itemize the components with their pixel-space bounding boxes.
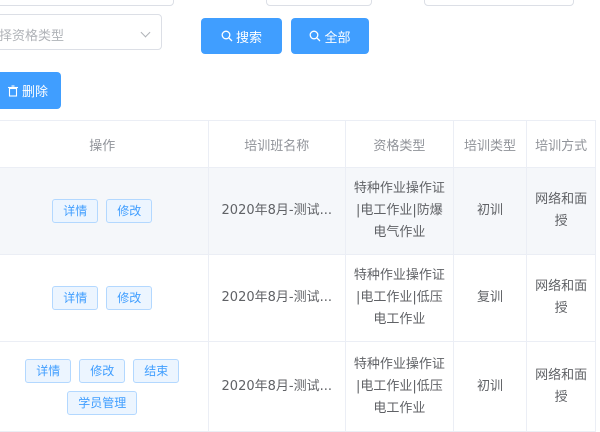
search-icon [221,30,233,42]
qualification-type-select[interactable]: 择资格类型 [0,14,162,50]
details-button[interactable]: 详情 [52,199,99,223]
qualification-type-placeholder: 择资格类型 [0,29,65,44]
class-name-cell: 2020年8月-测试... [207,254,347,342]
details-button[interactable]: 详情 [25,358,72,383]
qualification-line: 电工作业 [373,312,426,327]
method-line: 授 [554,301,568,316]
end-button[interactable]: 结束 [133,358,180,383]
top-field-partial[interactable] [424,0,574,6]
table-row: 详情 修改 2020年8月-测试... 特种作业操作证 |电工作业|低压 电工作业… [0,254,596,342]
class-name-cell: 2020年8月-测试... [207,341,347,432]
show-all-button-label: 全部 [324,30,351,46]
method-line: 网络和面 [535,367,588,383]
method-line: 网络和面 [535,192,588,207]
qualification-line: 电气作业 [373,225,426,240]
column-header-qualification-type: 资格类型 [345,120,454,168]
qualification-line: |电工作业|防爆 [355,203,443,218]
trash-icon [7,84,18,97]
show-all-button[interactable]: 全部 [291,18,369,54]
column-header-training-method: 培训方式 [526,120,596,168]
table-row: 详情 修改 2020年8月-测试... 特种作业操作证 |电工作业|防爆 电气作业… [0,167,596,255]
method-line: 授 [554,389,568,405]
column-header-actions: 操作 [0,120,209,168]
qualification-type-cell: 特种作业操作证 |电工作业|低压 电工作业 [345,254,454,342]
qualification-line: |电工作业|低压 [355,378,443,394]
edit-button[interactable]: 修改 [106,286,153,310]
training-method-cell: 网络和面 授 [526,167,596,255]
search-button[interactable]: 搜索 [201,18,282,54]
column-header-training-type: 培训类型 [452,120,528,168]
table-header-row: 操作 培训班名称 资格类型 培训类型 培训方式 [0,120,596,168]
qualification-line: 特种作业操作证 [353,356,445,372]
delete-button-label: 删除 [21,85,48,100]
details-button[interactable]: 详情 [52,286,99,310]
qualification-line: 特种作业操作证 [353,181,445,196]
qualification-line: 电工作业 [373,400,426,416]
method-line: 网络和面 [535,279,588,294]
method-line: 授 [554,214,568,229]
training-method-cell: 网络和面 授 [526,341,596,432]
delete-button[interactable]: 删除 [0,72,61,109]
qualification-type-cell: 特种作业操作证 |电工作业|防爆 电气作业 [345,167,454,255]
training-type-cell: 初训 [452,341,528,432]
actions-cell: 详情 修改 [0,167,209,255]
class-name-cell: 2020年8月-测试... [207,167,347,255]
column-header-class-name: 培训班名称 [207,120,347,168]
student-management-button[interactable]: 学员管理 [67,390,138,415]
search-button-label: 搜索 [235,30,262,46]
table-row: 详情 修改 结束 学员管理 2020年8月-测试... 特种作业操作证 |电工作业|… [0,341,596,432]
chevron-down-icon [140,27,151,38]
top-field-partial[interactable] [266,0,372,6]
training-method-cell: 网络和面 授 [526,254,596,342]
qualification-line: 特种作业操作证 [353,268,445,283]
qualification-line: |电工作业|低压 [355,290,443,305]
search-icon [310,30,321,42]
actions-cell: 详情 修改 [0,254,209,342]
top-field-partial[interactable] [0,0,174,6]
qualification-type-cell: 特种作业操作证 |电工作业|低压 电工作业 [345,341,454,432]
edit-button[interactable]: 修改 [79,358,126,383]
actions-cell: 详情 修改 结束 学员管理 [0,341,209,432]
training-type-cell: 初训 [452,167,528,255]
training-type-cell: 复训 [452,254,528,342]
edit-button[interactable]: 修改 [106,199,153,223]
training-class-table: 操作 培训班名称 资格类型 培训类型 培训方式 详情 修改 2020年8月-测试.… [0,120,596,432]
